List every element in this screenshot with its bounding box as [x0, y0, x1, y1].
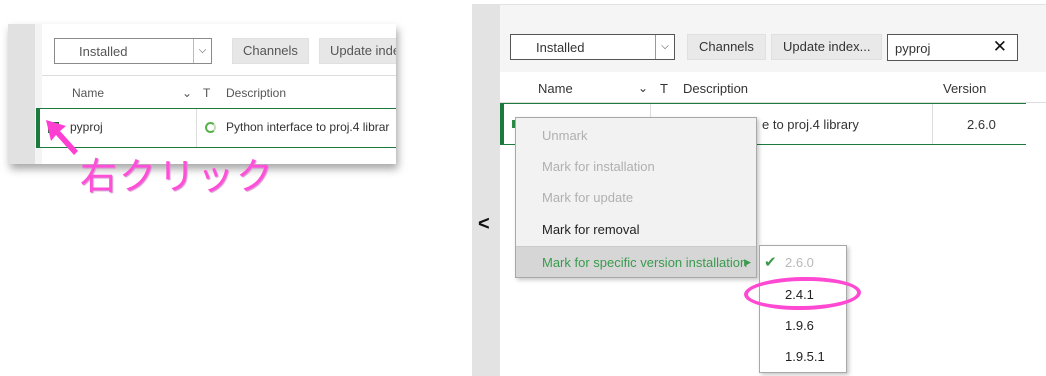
left-divider — [42, 75, 396, 76]
menu-item-mark-removal[interactable]: Mark for removal — [516, 214, 756, 245]
version-label: 2.6.0 — [785, 255, 814, 270]
channels-button[interactable]: Channels — [687, 34, 766, 60]
left-row-description: Python interface to proj.4 librar — [226, 120, 390, 134]
annotation-label: 右クリック — [80, 155, 275, 198]
left-col-description[interactable]: Description — [226, 86, 286, 100]
version-cell: 2.6.0 — [932, 104, 1026, 144]
col-type[interactable]: T — [660, 81, 668, 96]
left-package-row[interactable]: pyproj Python interface to proj.4 librar — [36, 108, 396, 148]
left-filter-dropdown[interactable]: Installed ⌵ — [54, 38, 212, 64]
left-update-index-button[interactable]: Update inde — [319, 38, 396, 64]
col-version[interactable]: Version — [943, 81, 986, 96]
search-input[interactable]: pyproj ✕ — [887, 34, 1018, 61]
triangle-right-icon: ▶ — [744, 257, 751, 267]
left-col-type[interactable]: T — [203, 86, 210, 100]
row-version: 2.6.0 — [967, 117, 996, 132]
version-item[interactable]: 1.9.6 — [760, 310, 846, 342]
filter-dropdown[interactable]: Installed ⌵ — [510, 34, 675, 60]
status-circle-icon — [205, 122, 216, 133]
filter-value: Installed — [536, 40, 585, 55]
update-index-button[interactable]: Update index... — [771, 34, 883, 60]
checkmark-icon: ✔ — [764, 254, 777, 271]
menu-item-specific-version[interactable]: Mark for specific version installation ▶ — [516, 246, 756, 277]
left-content-area: Installed ⌵ Channels Update inde Name ⌄ … — [36, 24, 396, 164]
left-channels-button[interactable]: Channels — [232, 38, 309, 64]
search-value: pyproj — [895, 41, 931, 56]
chevron-down-icon: ⌄ — [182, 86, 193, 100]
cell-divider — [196, 109, 197, 147]
version-label: 1.9.6 — [785, 318, 814, 333]
chevron-down-icon: ⌵ — [193, 39, 211, 63]
version-item-current[interactable]: ✔ 2.6.0 — [760, 247, 846, 279]
left-gutter — [8, 24, 35, 164]
context-menu: Unmark Mark for installation Mark for up… — [515, 117, 757, 278]
menu-item-mark-install[interactable]: Mark for installation — [516, 151, 756, 182]
side-gutter: < — [472, 5, 500, 376]
chevron-down-icon[interactable]: ⌄ — [638, 81, 648, 95]
col-name[interactable]: Name — [538, 81, 573, 96]
left-col-name[interactable]: Name — [72, 86, 104, 100]
version-label: 1.9.5.1 — [785, 349, 825, 364]
menu-item-unmark[interactable]: Unmark — [516, 120, 756, 151]
row-description: e to proj.4 library — [762, 117, 859, 132]
version-item[interactable]: 1.9.5.1 — [760, 341, 846, 373]
chevron-down-icon: ⌵ — [655, 35, 674, 59]
col-description[interactable]: Description — [683, 81, 748, 96]
table-header: Name ⌄ T Description Version — [500, 72, 1046, 103]
close-icon[interactable]: ✕ — [993, 37, 1007, 57]
menu-item-specific-version-label: Mark for specific version installation — [542, 255, 748, 270]
left-filter-value: Installed — [79, 44, 128, 59]
menu-item-mark-update[interactable]: Mark for update — [516, 182, 756, 213]
pink-arrow-icon — [46, 120, 78, 155]
chevron-left-icon[interactable]: < — [478, 213, 490, 236]
